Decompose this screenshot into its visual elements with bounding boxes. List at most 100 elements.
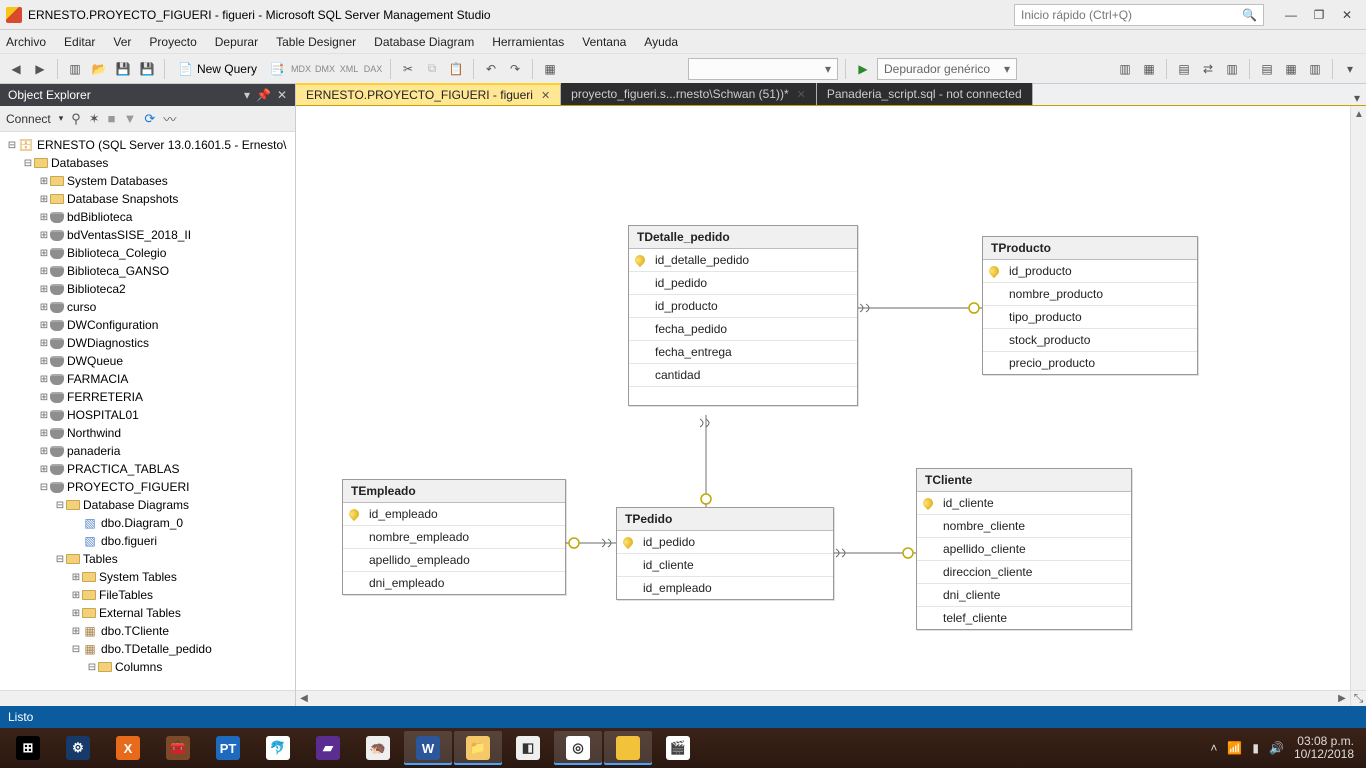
panel-dropdown-icon[interactable]: ▾ [244, 88, 250, 102]
tree-twisty-icon[interactable]: ⊟ [54, 500, 66, 511]
taskbar-explorer[interactable]: 📁 [454, 731, 502, 765]
object-explorer-tree[interactable]: ⊟🗄ERNESTO (SQL Server 13.0.1601.5 - Erne… [0, 132, 295, 690]
tree-node[interactable]: ⊞External Tables [0, 604, 295, 622]
tree-node[interactable]: ⊞Biblioteca_Colegio [0, 244, 295, 262]
taskbar-ssms[interactable] [604, 731, 652, 765]
menu-herramientas[interactable]: Herramientas [492, 35, 564, 49]
dmx-icon[interactable]: DMX [315, 59, 335, 79]
diagram-column[interactable]: id_pedido [617, 531, 833, 554]
taskbar-clock[interactable]: 03:08 p.m. 10/12/2018 [1294, 735, 1354, 761]
save-icon[interactable]: 💾 [113, 59, 133, 79]
connect-icon[interactable]: ⚲ [71, 111, 81, 127]
diagram-column[interactable]: nombre_empleado [343, 526, 565, 549]
tree-twisty-icon[interactable]: ⊟ [54, 554, 66, 565]
tree-twisty-icon[interactable]: ⊞ [38, 230, 50, 241]
tree-twisty-icon[interactable]: ⊞ [38, 374, 50, 385]
tree-twisty-icon[interactable]: ⊞ [38, 464, 50, 475]
tab-close-icon[interactable]: ✕ [797, 88, 806, 101]
autolayout-icon[interactable]: ▥ [1305, 59, 1325, 79]
tree-twisty-icon[interactable]: ⊞ [38, 320, 50, 331]
tree-twisty-icon[interactable]: ⊞ [38, 302, 50, 313]
nav-back-icon[interactable]: ◀ [6, 59, 26, 79]
tree-node[interactable]: ⊟Columns [0, 658, 295, 676]
tray-volume-icon[interactable]: 🔊 [1269, 741, 1284, 755]
diagram-column[interactable]: apellido_cliente [917, 538, 1131, 561]
document-tab[interactable]: ERNESTO.PROYECTO_FIGUERI - figueri✕ [296, 83, 561, 105]
taskbar-editor[interactable]: 🎬 [654, 731, 702, 765]
connect-label[interactable]: Connect [6, 112, 51, 126]
diagram-table-header[interactable]: TProducto [983, 237, 1197, 260]
tree-twisty-icon[interactable]: ⊞ [70, 590, 82, 601]
tree-node[interactable]: ⊞DWDiagnostics [0, 334, 295, 352]
tree-twisty-icon[interactable]: ⊟ [86, 662, 98, 673]
diagram-column[interactable]: nombre_producto [983, 283, 1197, 306]
tree-node[interactable]: ⊞System Tables [0, 568, 295, 586]
tree-node[interactable]: ⊟Tables [0, 550, 295, 568]
mdx-icon[interactable]: MDX [291, 59, 311, 79]
tree-node[interactable]: ⊞FileTables [0, 586, 295, 604]
diagram-table-tdetalle[interactable]: TDetalle_pedidoid_detalle_pedidoid_pedid… [628, 225, 858, 406]
diagram-column[interactable]: stock_producto [983, 329, 1197, 352]
diagram-table-header[interactable]: TPedido [617, 508, 833, 531]
tree-node[interactable]: ⊞PRACTICA_TABLAS [0, 460, 295, 478]
tree-node[interactable]: ⊞panaderia [0, 442, 295, 460]
taskbar-vs[interactable]: ▰ [304, 731, 352, 765]
taskbar-tools[interactable]: 🧰 [154, 731, 202, 765]
copy-icon[interactable]: ⧉ [422, 59, 442, 79]
tree-twisty-icon[interactable]: ⊞ [38, 176, 50, 187]
tree-node[interactable]: ⊟PROYECTO_FIGUERI [0, 478, 295, 496]
diagram-column[interactable]: id_producto [983, 260, 1197, 283]
tab-close-icon[interactable]: ✕ [541, 89, 550, 102]
page-break-icon[interactable]: ▦ [1281, 59, 1301, 79]
xmla-icon[interactable]: XML [339, 59, 359, 79]
tree-node[interactable]: ⊞Northwind [0, 424, 295, 442]
diagram-column[interactable]: id_pedido [629, 272, 857, 295]
tree-twisty-icon[interactable]: ⊟ [22, 158, 34, 169]
diagram-column[interactable]: apellido_empleado [343, 549, 565, 572]
tree-node[interactable]: ⊞DWQueue [0, 352, 295, 370]
tree-node[interactable]: ⊞HOSPITAL01 [0, 406, 295, 424]
canvas-vscroll[interactable]: ▲ [1350, 106, 1366, 690]
diagram-column[interactable]: telef_cliente [917, 607, 1131, 629]
tree-node[interactable]: ⊞System Databases [0, 172, 295, 190]
menu-depurar[interactable]: Depurar [215, 35, 258, 49]
window-icon[interactable]: ▦ [540, 59, 560, 79]
diagram-table-templeado[interactable]: TEmpleadoid_empleadonombre_empleadoapell… [342, 479, 566, 595]
menu-proyecto[interactable]: Proyecto [149, 35, 196, 49]
tree-node[interactable]: ⊞▦dbo.TCliente [0, 622, 295, 640]
diagram-column[interactable]: direccion_cliente [917, 561, 1131, 584]
menu-archivo[interactable]: Archivo [6, 35, 46, 49]
tree-twisty-icon[interactable]: ⊞ [70, 608, 82, 619]
diagram-column[interactable]: id_producto [629, 295, 857, 318]
document-tab[interactable]: Panaderia_script.sql - not connected [817, 83, 1033, 105]
oe-hscroll[interactable] [0, 690, 295, 706]
diagram-column[interactable]: precio_producto [983, 352, 1197, 374]
panel-close-icon[interactable]: ✕ [277, 88, 287, 102]
tree-twisty-icon[interactable]: ⊞ [38, 284, 50, 295]
tree-twisty-icon[interactable]: ⊞ [38, 446, 50, 457]
minimize-button[interactable]: ― [1278, 4, 1304, 26]
tree-twisty-icon[interactable]: ⊞ [38, 410, 50, 421]
diagram-tool-1-icon[interactable]: ▥ [1115, 59, 1135, 79]
new-project-icon[interactable]: ▥ [65, 59, 85, 79]
tree-twisty-icon[interactable]: ⊞ [70, 626, 82, 637]
tree-node[interactable]: ⊟Database Diagrams [0, 496, 295, 514]
menu-ver[interactable]: Ver [113, 35, 131, 49]
paste-icon[interactable]: 📋 [446, 59, 466, 79]
nav-fwd-icon[interactable]: ▶ [30, 59, 50, 79]
debugger-combo[interactable]: Depurador genérico ▾ [877, 58, 1017, 80]
diagram-column[interactable]: id_empleado [617, 577, 833, 599]
diagram-table-header[interactable]: TCliente [917, 469, 1131, 492]
diagram-table-tpedido[interactable]: TPedidoid_pedidoid_clienteid_empleado [616, 507, 834, 600]
tree-node[interactable]: ⊞bdBiblioteca [0, 208, 295, 226]
diagram-column[interactable]: dni_empleado [343, 572, 565, 594]
tree-node[interactable]: ·▧dbo.Diagram_0 [0, 514, 295, 532]
new-query-button[interactable]: 📄 New Query [172, 58, 263, 80]
tree-node[interactable]: ⊞Biblioteca2 [0, 280, 295, 298]
undo-icon[interactable]: ↶ [481, 59, 501, 79]
maximize-button[interactable]: ❐ [1306, 4, 1332, 26]
diagram-column[interactable]: tipo_producto [983, 306, 1197, 329]
tree-node[interactable]: ⊞bdVentasSISE_2018_II [0, 226, 295, 244]
diagram-column[interactable]: fecha_entrega [629, 341, 857, 364]
redo-icon[interactable]: ↷ [505, 59, 525, 79]
